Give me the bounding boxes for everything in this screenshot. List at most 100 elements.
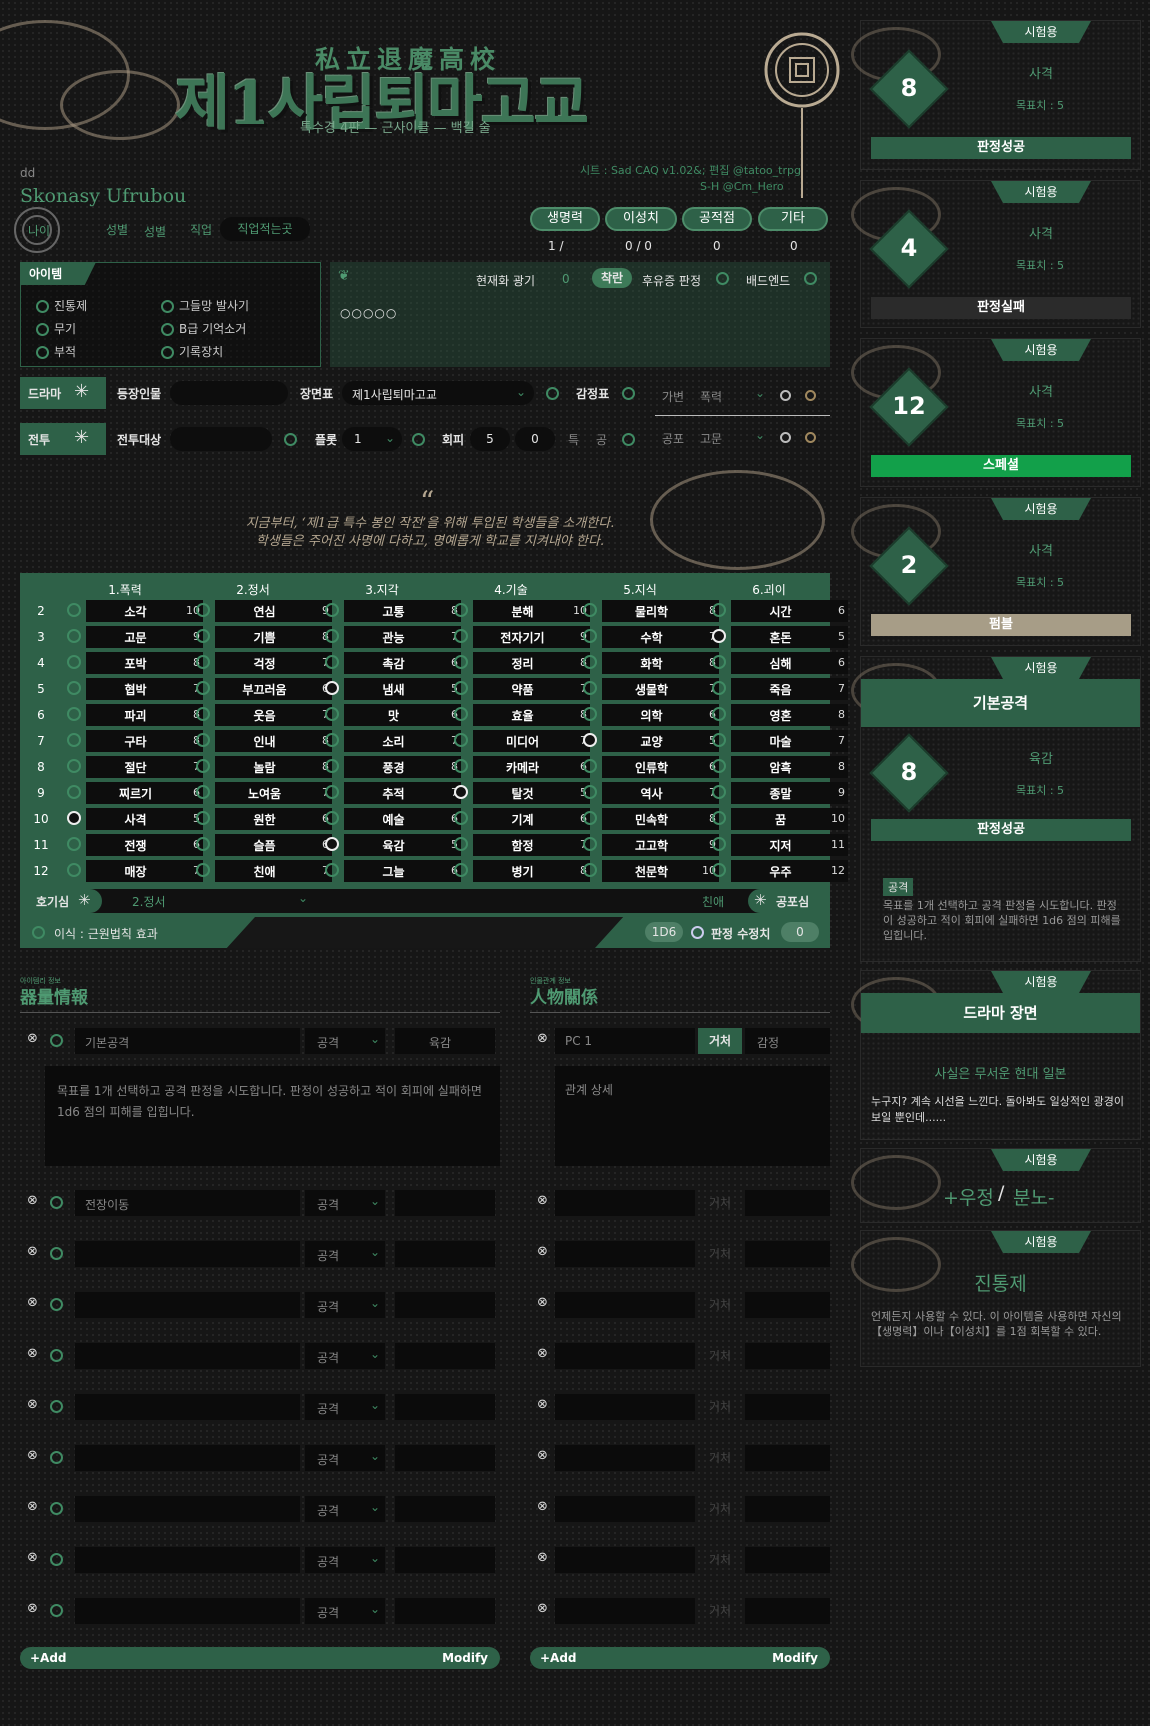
scene-select[interactable]: 제1사립퇴마고교 ⌄ [342,381,534,405]
skill-cell[interactable]: 예술 6 [325,808,461,830]
relation-name-input[interactable]: PC 1 [555,1028,695,1054]
chevron-down-icon[interactable]: ⌄ [755,386,765,400]
skill-cell[interactable]: 매장 7 [67,860,203,882]
skill-gap-icon[interactable] [454,837,468,851]
fear-select[interactable]: 친애 [702,893,724,910]
delete-icon[interactable]: ⊗ [27,1448,38,1463]
skill-gap-icon[interactable] [712,759,726,773]
skill-cell[interactable]: 함정 7 [454,834,590,856]
equip-name-input[interactable] [75,1598,300,1624]
coin-icon[interactable] [805,390,816,401]
skill-gap-icon[interactable] [583,629,597,643]
coin-icon[interactable] [50,1604,63,1617]
skill-gap-icon[interactable] [454,681,468,695]
item-name[interactable]: 기록장치 [179,345,223,359]
equip-skill-input[interactable] [395,1547,495,1573]
item-name[interactable]: 무기 [54,322,76,336]
delete-icon[interactable]: ⊗ [27,1193,38,1208]
equip-name-input[interactable] [75,1343,300,1369]
skill-cell[interactable]: 맛6 [325,704,461,726]
dice-badge[interactable]: 1D6 [645,922,683,942]
skill-cell[interactable]: 그늘 6 [325,860,461,882]
skill-cell[interactable]: 기계 6 [454,808,590,830]
skill-gap-icon[interactable] [325,655,339,669]
coin-icon[interactable] [50,1196,63,1209]
equip-skill-input[interactable] [395,1241,495,1267]
skill-gap-icon[interactable] [712,811,726,825]
modify-button[interactable]: Modify [442,1651,488,1665]
skill-cell[interactable]: 포박 8 [67,652,203,674]
emotion-button[interactable] [745,1598,830,1624]
equip-name-input[interactable] [75,1394,300,1420]
coin-icon[interactable] [50,1034,63,1047]
skill-cell[interactable]: 촉감 6 [325,652,461,674]
skill-cell[interactable]: 영혼 8 [712,704,848,726]
skill-cell[interactable]: 물리학 8 [583,600,719,622]
emotion-select-1[interactable]: 가변 [662,388,684,405]
equip-name-input[interactable]: 기본공격 [75,1028,300,1054]
skill-gap-icon[interactable] [712,629,726,643]
skill-cell[interactable]: 웃음 7 [196,704,332,726]
coin-icon[interactable] [50,1247,63,1260]
coin-icon[interactable] [622,433,635,446]
residence-button[interactable]: 거처 [698,1190,742,1216]
delete-icon[interactable]: ⊗ [537,1550,548,1565]
skill-cell[interactable]: 혼돈 5 [712,626,848,648]
relation-name-input[interactable] [555,1343,695,1369]
emotion-button[interactable] [745,1343,830,1369]
curiosity-select[interactable]: 2.정서 [132,893,166,910]
equip-desc[interactable]: 목표를 1개 선택하고 공격 판정을 시도합니다. 판정이 성공하고 적이 회피… [45,1066,500,1166]
stat-life-button[interactable]: 생명력 [530,207,600,231]
relation-name-input[interactable] [555,1292,695,1318]
equip-name-input[interactable] [75,1445,300,1471]
madness-value[interactable]: 0 [562,272,570,286]
coin-icon[interactable] [716,272,729,285]
skill-cell[interactable]: 원한 6 [196,808,332,830]
skill-cell[interactable]: 절단 7 [67,756,203,778]
equip-type-select[interactable]: 공격 ⌄ [305,1496,385,1522]
skill-gap-icon[interactable] [67,681,81,695]
residence-button[interactable]: 거처 [698,1343,742,1369]
relation-name-input[interactable] [555,1445,695,1471]
skill-gap-icon[interactable] [67,785,81,799]
stat-sanity-value[interactable]: 0 / 0 [625,239,652,253]
skill-cell[interactable]: 친애 7 [196,860,332,882]
delete-icon[interactable]: ⊗ [27,1499,38,1514]
skill-cell[interactable]: 연심 9 [196,600,332,622]
residence-button[interactable]: 거처 [698,1445,742,1471]
skill-gap-icon[interactable] [196,681,210,695]
skill-gap-icon[interactable] [454,603,468,617]
skill-gap-icon[interactable] [454,733,468,747]
residence-button[interactable]: 거처 [698,1394,742,1420]
skill-cell[interactable]: 병기 8 [454,860,590,882]
skill-cell[interactable]: 인내 8 [196,730,332,752]
skill-cell[interactable]: 꿈 10 [712,808,848,830]
skill-cell[interactable]: 죽음 7 [712,678,848,700]
skill-gap-icon[interactable] [196,629,210,643]
coin-icon[interactable] [546,387,559,400]
skill-gap-icon[interactable] [325,707,339,721]
skill-cell[interactable]: 협박 7 [67,678,203,700]
skill-gap-icon[interactable] [712,863,726,877]
equip-skill-input[interactable] [395,1598,495,1624]
chakran-button[interactable]: 착란 [592,268,632,288]
equip-type-select[interactable]: 공격 ⌄ [305,1547,385,1573]
relation-desc[interactable]: 관계 상세 [555,1066,830,1166]
npc-input[interactable] [170,381,288,405]
skill-cell[interactable]: 약품 7 [454,678,590,700]
gender-field[interactable]: 성별 [144,223,166,240]
delete-icon[interactable]: ⊗ [537,1031,548,1046]
character-name[interactable]: Skonasy Ufrubou [20,185,186,207]
modify-button[interactable]: Modify [772,1651,818,1665]
emotion-button[interactable] [745,1547,830,1573]
equip-skill-input[interactable]: 육감 [395,1028,495,1054]
delete-icon[interactable]: ⊗ [537,1346,548,1361]
stat-other-button[interactable]: 기타 [758,207,828,231]
skill-cell[interactable]: 고문 9 [67,626,203,648]
skill-gap-icon[interactable] [325,837,339,851]
coin-icon[interactable] [50,1298,63,1311]
equip-skill-input[interactable] [395,1394,495,1420]
skill-gap-icon[interactable] [454,629,468,643]
skill-cell[interactable]: 시간 6 [712,600,848,622]
madness-dots[interactable]: ○○○○○ [340,306,397,320]
